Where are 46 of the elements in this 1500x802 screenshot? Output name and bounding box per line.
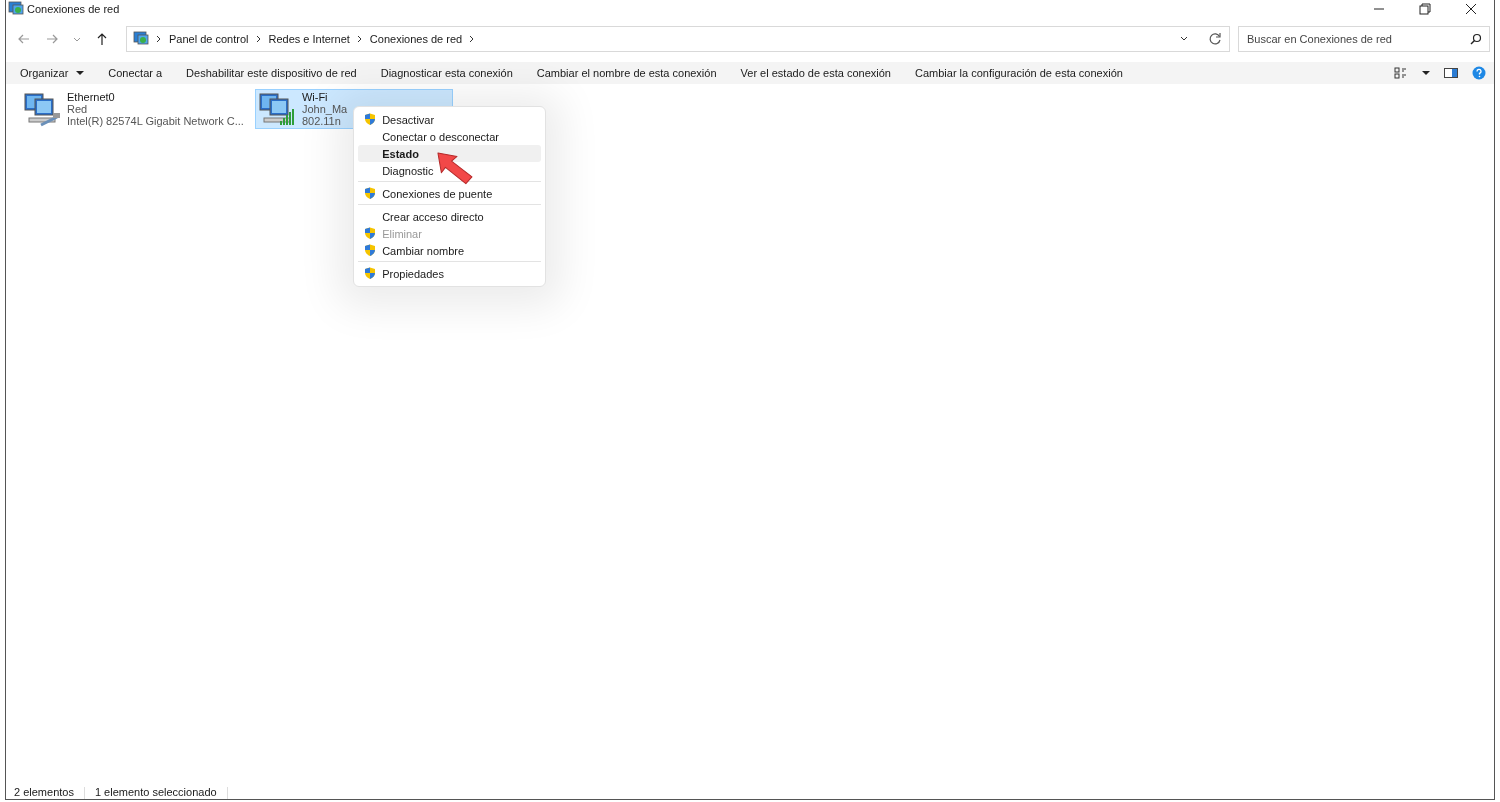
chevron-right-icon [155,33,163,45]
item-count: 2 elementos [14,786,74,799]
context-menu-item[interactable]: Conectar o desconectar [358,128,542,145]
breadcrumb-item[interactable]: Redes e Internet [268,33,350,45]
shield-icon [364,187,377,200]
connection-status: John_Ma [301,103,348,115]
adapter-name: 802.11n [301,115,342,127]
toolbar-button[interactable]: Ver el estado de esta conexión [732,64,899,82]
search-icon [1470,33,1482,45]
breadcrumb-item[interactable]: Conexiones de red [369,33,463,45]
context-menu-item[interactable]: Conexiones de puente [358,185,542,205]
toolbar-button[interactable]: Diagnosticar esta conexión [372,64,521,82]
toolbar-button[interactable]: Deshabilitar este dispositivo de red [178,64,365,82]
network-computers-cable-icon [23,91,63,127]
preview-pane-icon[interactable] [1442,65,1460,81]
connection-status: Red [67,103,89,115]
organize-menu-button[interactable]: Organizar [12,64,93,82]
context-menu-item[interactable]: Estado [358,145,542,162]
shield-icon [364,267,377,280]
selection-count: 1 elemento seleccionado [94,786,217,799]
caret-down-icon[interactable] [1420,68,1432,78]
toolbar-button[interactable]: Cambiar el nombre de esta conexión [528,64,725,82]
breadcrumb-item[interactable]: Panel de control [169,33,249,45]
context-menu-item[interactable]: Crear acceso directo [358,208,542,225]
connection-name: Wi-Fi [301,91,329,103]
toolbar-button[interactable]: Cambiar la configuración de esta conexión [907,64,1131,82]
chevron-right-icon [355,33,364,45]
caret-down-icon [76,70,85,76]
context-menu-item[interactable]: Cambiar nombre [358,242,542,262]
shield-icon [364,113,377,126]
connection-name: Ethernet0 [67,91,116,103]
network-folder-icon [133,31,149,47]
help-icon[interactable] [1470,64,1488,82]
chevron-right-icon [254,33,263,45]
toolbar-button[interactable]: Conectar a [100,64,171,82]
network-folder-icon [8,1,24,17]
shield-icon [364,227,377,240]
context-menu-item: Eliminar [358,225,542,242]
address-bar[interactable]: Panel de control Redes e Internet Conexiones de red [126,26,1230,52]
shield-icon [364,244,377,257]
window-title: Conexiones de red [27,3,120,15]
search-field[interactable]: Buscar en Conexiones de red [1238,26,1490,52]
context-menu-item[interactable]: Propiedades [358,265,542,282]
refresh-icon[interactable] [1207,31,1223,47]
connection-item[interactable]: Ethernet0 Red Intel(R) 82574L Gigabit Network C... [20,89,247,129]
adapter-name: Intel(R) 82574L Gigabit Network C... [67,115,244,127]
